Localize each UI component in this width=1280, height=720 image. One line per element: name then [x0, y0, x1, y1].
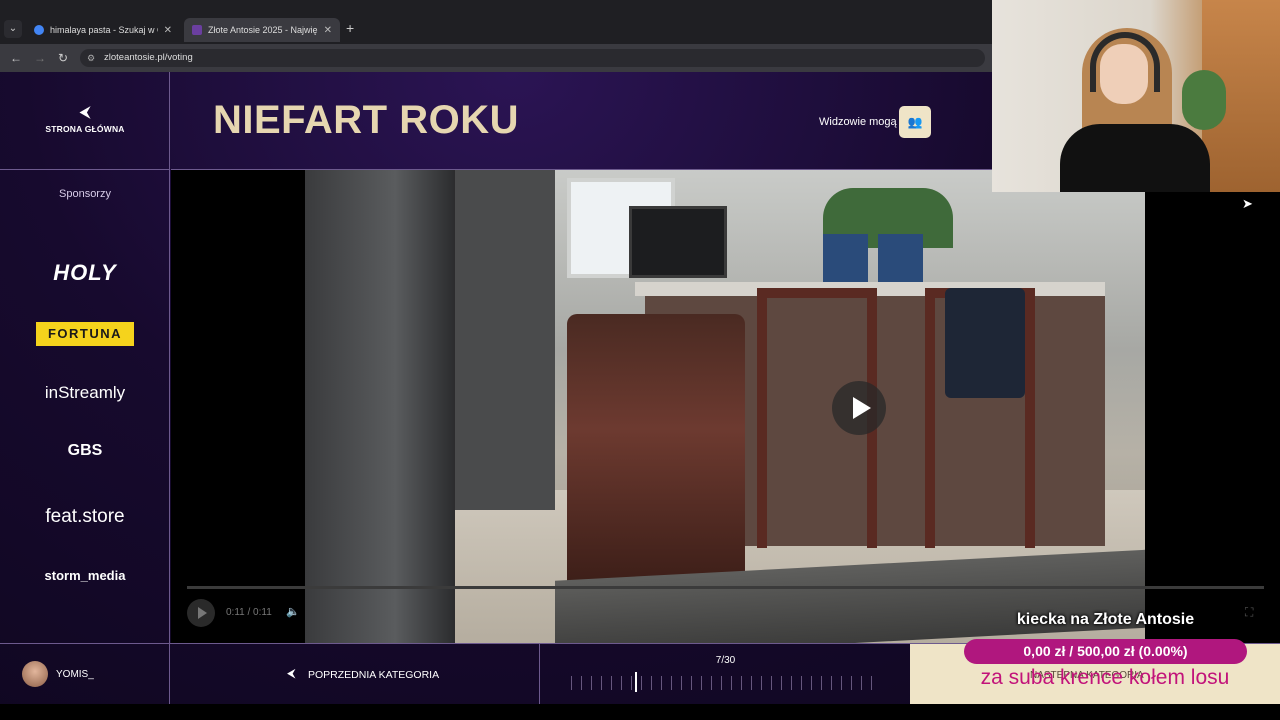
previous-category-button[interactable]: ⮜ POPRZEDNIA KATEGORIA	[171, 644, 540, 705]
play-overlay-button[interactable]	[832, 381, 886, 435]
streamer-top	[1060, 124, 1210, 192]
sponsors-heading: Sponsorzy	[59, 188, 111, 200]
play-button[interactable]	[187, 599, 215, 627]
sponsor-fortuna-label: FORTUNA	[36, 322, 134, 346]
browser-tab-bar: ⌄ himalaya pasta - Szukaj w Goo ✕ Złote …	[0, 0, 992, 44]
video-player[interactable]	[171, 170, 1280, 643]
previous-category-label: POPRZEDNIA KATEGORIA	[308, 669, 440, 681]
new-tab-button[interactable]: +	[346, 20, 354, 36]
scene-laptop	[629, 206, 727, 278]
reload-icon[interactable]: ↻	[58, 51, 68, 65]
donation-goal-bar: 0,00 zł / 500,00 zł (0.00%)	[964, 639, 1247, 664]
video-time: 0:11 / 0:11	[226, 607, 272, 618]
current-category-marker	[635, 672, 637, 692]
volume-icon[interactable]: 🔈	[286, 605, 300, 618]
address-bar-row: ← → ↻ ⚙ zloteantosie.pl/voting	[0, 44, 992, 72]
arrow-left-icon: ⮜	[287, 666, 296, 680]
url-text: zloteantosie.pl/voting	[104, 52, 193, 63]
sponsor-holy-logo[interactable]: HOLY	[0, 260, 170, 286]
close-tab-icon[interactable]: ✕	[164, 25, 172, 36]
video-progress-bar[interactable]	[187, 586, 1264, 589]
back-icon[interactable]: ←	[10, 51, 22, 65]
forward-icon[interactable]: →	[34, 51, 46, 65]
category-title: NIEFART ROKU	[213, 98, 519, 142]
category-counter: 7/30	[541, 644, 910, 705]
video-frame	[305, 170, 1145, 643]
tab-search-button[interactable]: ⌄	[4, 20, 22, 38]
viewers-label: Widzowie mogą	[819, 116, 897, 128]
close-tab-icon[interactable]: ✕	[324, 25, 332, 36]
zloteantosie-favicon-icon	[192, 25, 202, 35]
browser-tab-google[interactable]: himalaya pasta - Szukaj w Goo ✕	[26, 18, 180, 42]
url-field[interactable]: ⚙ zloteantosie.pl/voting	[80, 49, 985, 67]
scene-fridge	[305, 170, 455, 643]
home-label: STRONA GŁÓWNA	[45, 124, 125, 134]
sidebar: ⮜ STRONA GŁÓWNA Sponsorzy HOLY FORTUNA i…	[0, 72, 170, 704]
stream-overlay-text: za suba krence kołem losu	[980, 666, 1230, 689]
category-header: NIEFART ROKU Widzowie mogą 👥	[171, 72, 992, 170]
bottom-edge	[0, 704, 1280, 720]
sponsor-instreamly-logo[interactable]: inStreamly	[0, 383, 170, 403]
scene-pots	[823, 234, 923, 282]
tab-title: Złote Antosie 2025 - Największ	[208, 25, 318, 35]
category-ticks[interactable]	[571, 676, 880, 690]
viewers-users-icon[interactable]: 👥	[899, 106, 931, 138]
sponsor-fortuna-logo[interactable]: FORTUNA	[0, 322, 170, 346]
home-link[interactable]: ⮜ STRONA GŁÓWNA	[0, 72, 170, 170]
arrow-left-icon: ⮜	[79, 104, 91, 121]
streamer	[1060, 14, 1210, 192]
tab-title: himalaya pasta - Szukaj w Goo	[50, 25, 158, 35]
sponsor-stormmedia-logo[interactable]: storm_media	[0, 568, 170, 583]
user-profile[interactable]: YOMIS_	[0, 644, 170, 705]
sponsor-featstore-logo[interactable]: feat.store	[0, 506, 170, 528]
site-info-icon[interactable]: ⚙	[87, 49, 95, 67]
scene-jacket	[945, 288, 1025, 398]
browser-tab-zloteantosie[interactable]: Złote Antosie 2025 - Największ ✕	[184, 18, 340, 42]
username: YOMIS_	[56, 669, 94, 680]
sponsor-gbs-logo[interactable]: GBS	[0, 442, 170, 460]
webcam-overlay	[992, 0, 1280, 192]
google-favicon-icon	[34, 25, 44, 35]
avatar	[22, 661, 48, 687]
mouse-cursor-icon: ➤	[1242, 196, 1253, 211]
donation-goal-title: kiecka na Złote Antosie	[1016, 611, 1195, 628]
category-counter-text: 7/30	[715, 655, 736, 666]
scene-cabinet	[455, 170, 555, 510]
